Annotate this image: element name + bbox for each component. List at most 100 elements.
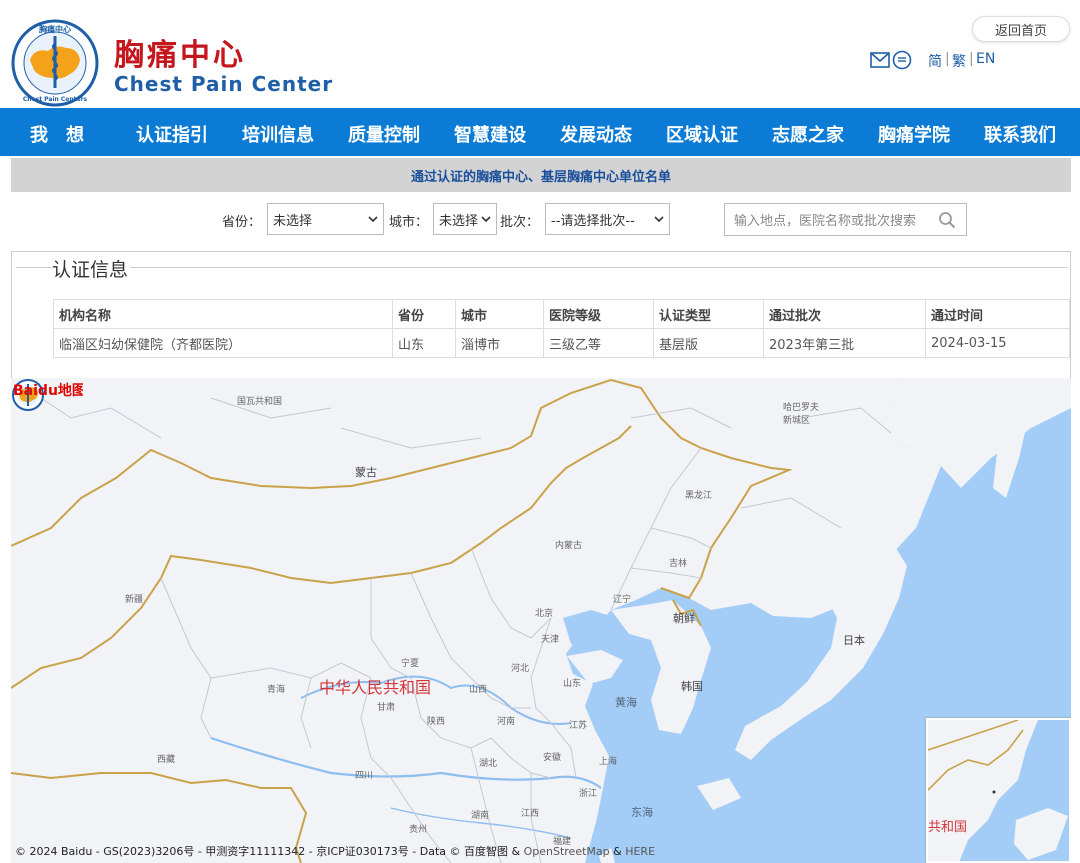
nav-item-contact-us[interactable]: 联系我们 [984,121,1056,147]
col-cert-type: 认证类型 [653,299,764,329]
nav-item-training[interactable]: 培训信息 [242,121,314,147]
mail-icon[interactable] [870,52,890,68]
batch-select[interactable]: --请选择批次-- [545,203,670,235]
nav-item-quality-control[interactable]: 质量控制 [348,121,420,147]
map-label-sea: 黄海 [615,696,637,709]
map-label: 江苏 [569,721,588,731]
map-label: 日本 [843,634,865,647]
map-label: 国瓦共和国 [237,397,283,407]
cell-pass-date: 2024-03-15 [925,328,1070,358]
search-icon[interactable] [938,211,956,229]
nav-item-volunteer-home[interactable]: 志愿之家 [772,121,844,147]
province-select[interactable]: 未选择 [267,203,384,235]
osm-link[interactable]: OpenStreetMap [524,845,610,858]
chat-icon[interactable] [892,50,912,70]
nav-item-chest-pain-academy[interactable]: 胸痛学院 [878,121,950,147]
col-hospital-grade: 医院等级 [543,299,654,329]
col-province: 省份 [392,299,456,329]
batch-select-value: --请选择批次-- [551,213,635,229]
map-label: 江西 [521,809,540,819]
logo-text-bottom: Chest Pain Centers [23,96,88,103]
lang-simplified[interactable]: 简 [928,51,942,71]
chevron-down-icon [368,216,378,223]
overview-canvas [928,720,1068,861]
map-label: 北京 [535,609,554,619]
map-label: 内蒙古 [555,541,583,551]
brand-name-en: Chest Pain Center [114,72,334,96]
certification-table: 机构名称 省份 城市 医院等级 认证类型 通过批次 通过时间 临淄区妇幼保健院（… [53,299,1070,358]
table-row[interactable]: 临淄区妇幼保健院（齐都医院） 山东 淄博市 三级乙等 基层版 2023年第三批 … [53,328,1070,358]
lang-separator: | [969,51,974,67]
city-label: 城市： [389,215,429,230]
cell-institution: 临淄区妇幼保健院（齐都医院） [53,328,393,358]
map-label: 朝鲜 [673,612,695,625]
nav-item-certification-guide[interactable]: 认证指引 [136,121,208,147]
site-header: 胸痛中心 Chest Pain Centers 胸痛中心 Chest Pain … [0,0,1080,108]
map-label: 甘肃 [377,703,396,713]
cell-batch: 2023年第三批 [763,328,926,358]
map-label: 湖北 [479,759,498,769]
batch-label: 批次： [500,215,540,230]
main-nav: 我 想 认证指引 培训信息 质量控制 智慧建设 发展动态 区域认证 志愿之家 胸… [0,108,1080,156]
map-label: 宁夏 [401,659,420,669]
map-label: 黑龙江 [685,491,713,501]
map-canvas [11,378,1071,863]
city-select[interactable]: 未选择 [433,203,497,235]
overview-label: 共和国 [928,820,968,835]
certified-list-banner: 通过认证的胸痛中心、基层胸痛中心单位名单 [11,158,1071,192]
brand-name-cn: 胸痛中心 [114,38,246,73]
baidu-logo-text: Baidu地图 [13,382,83,399]
back-home-button[interactable]: 返回首页 [972,16,1070,42]
chest-pain-center-logo[interactable]: 胸痛中心 Chest Pain Centers [10,18,100,108]
map-label: 湖南 [471,811,490,821]
cell-province: 山东 [392,328,456,358]
cell-city: 淄博市 [455,328,544,358]
map-label: 新疆 [125,595,144,605]
baidu-map-logo[interactable]: Baidu地图 [11,378,83,400]
map-label-sea: 东海 [631,806,653,819]
map-label: 河南 [497,717,516,727]
baidu-map[interactable]: 国瓦共和国 蒙古 哈巴罗夫 新城区 黑龙江 内蒙古 吉林 新疆 辽宁 北京 天津… [11,378,1071,863]
lang-traditional[interactable]: 繁 [952,51,966,71]
chevron-down-icon [481,216,491,223]
search-placeholder: 输入地点，医院名称或批次搜索 [734,214,917,229]
map-label: 辽宁 [613,595,632,605]
col-batch: 通过批次 [763,299,926,329]
nav-item-development-news[interactable]: 发展动态 [560,121,632,147]
province-label: 省份： [222,215,262,230]
search-input[interactable]: 输入地点，医院名称或批次搜索 [724,203,967,236]
map-label: 贵州 [409,825,428,835]
map-copyright: © 2024 Baidu - GS(2023)3206号 - 甲测资字11111… [15,843,655,859]
copyright-amp: & [613,845,622,858]
col-institution: 机构名称 [53,299,393,329]
map-label: 上海 [599,757,618,767]
map-label: 吉林 [669,559,688,569]
panel-title: 认证信息 [52,255,131,282]
map-label: 青海 [267,685,286,695]
city-select-value: 未选择 [439,213,479,229]
map-label: 蒙古 [355,466,377,479]
col-city: 城市 [455,299,544,329]
map-label: 山西 [469,685,488,695]
copyright-text: © 2024 Baidu - GS(2023)3206号 - 甲测资字11111… [15,845,521,858]
cell-hospital-grade: 三级乙等 [543,328,654,358]
map-label: 天津 [541,635,560,645]
nav-item-regional-certification[interactable]: 区域认证 [666,121,738,147]
logo-text-top: 胸痛中心 [39,24,71,34]
map-label: 山东 [563,679,582,689]
map-label: 陕西 [427,717,446,727]
lang-english[interactable]: EN [976,51,995,67]
certification-info-panel: 认证信息 机构名称 省份 城市 医院等级 认证类型 通过批次 通过时间 临淄区妇… [11,251,1071,379]
map-label: 四川 [355,771,374,781]
map-label: 河北 [511,664,530,674]
map-label: 韩国 [681,680,703,693]
nav-item-i-want[interactable]: 我 想 [30,121,84,147]
table-header-row: 机构名称 省份 城市 医院等级 认证类型 通过批次 通过时间 [53,299,1070,329]
here-link[interactable]: HERE [625,845,655,858]
map-label: 安徽 [543,753,562,763]
map-label: 浙江 [579,789,598,799]
cell-cert-type: 基层版 [653,328,764,358]
nav-item-smart-construction[interactable]: 智慧建设 [454,121,526,147]
lang-separator: | [945,51,950,67]
overview-minimap[interactable]: 共和国 [926,718,1071,863]
